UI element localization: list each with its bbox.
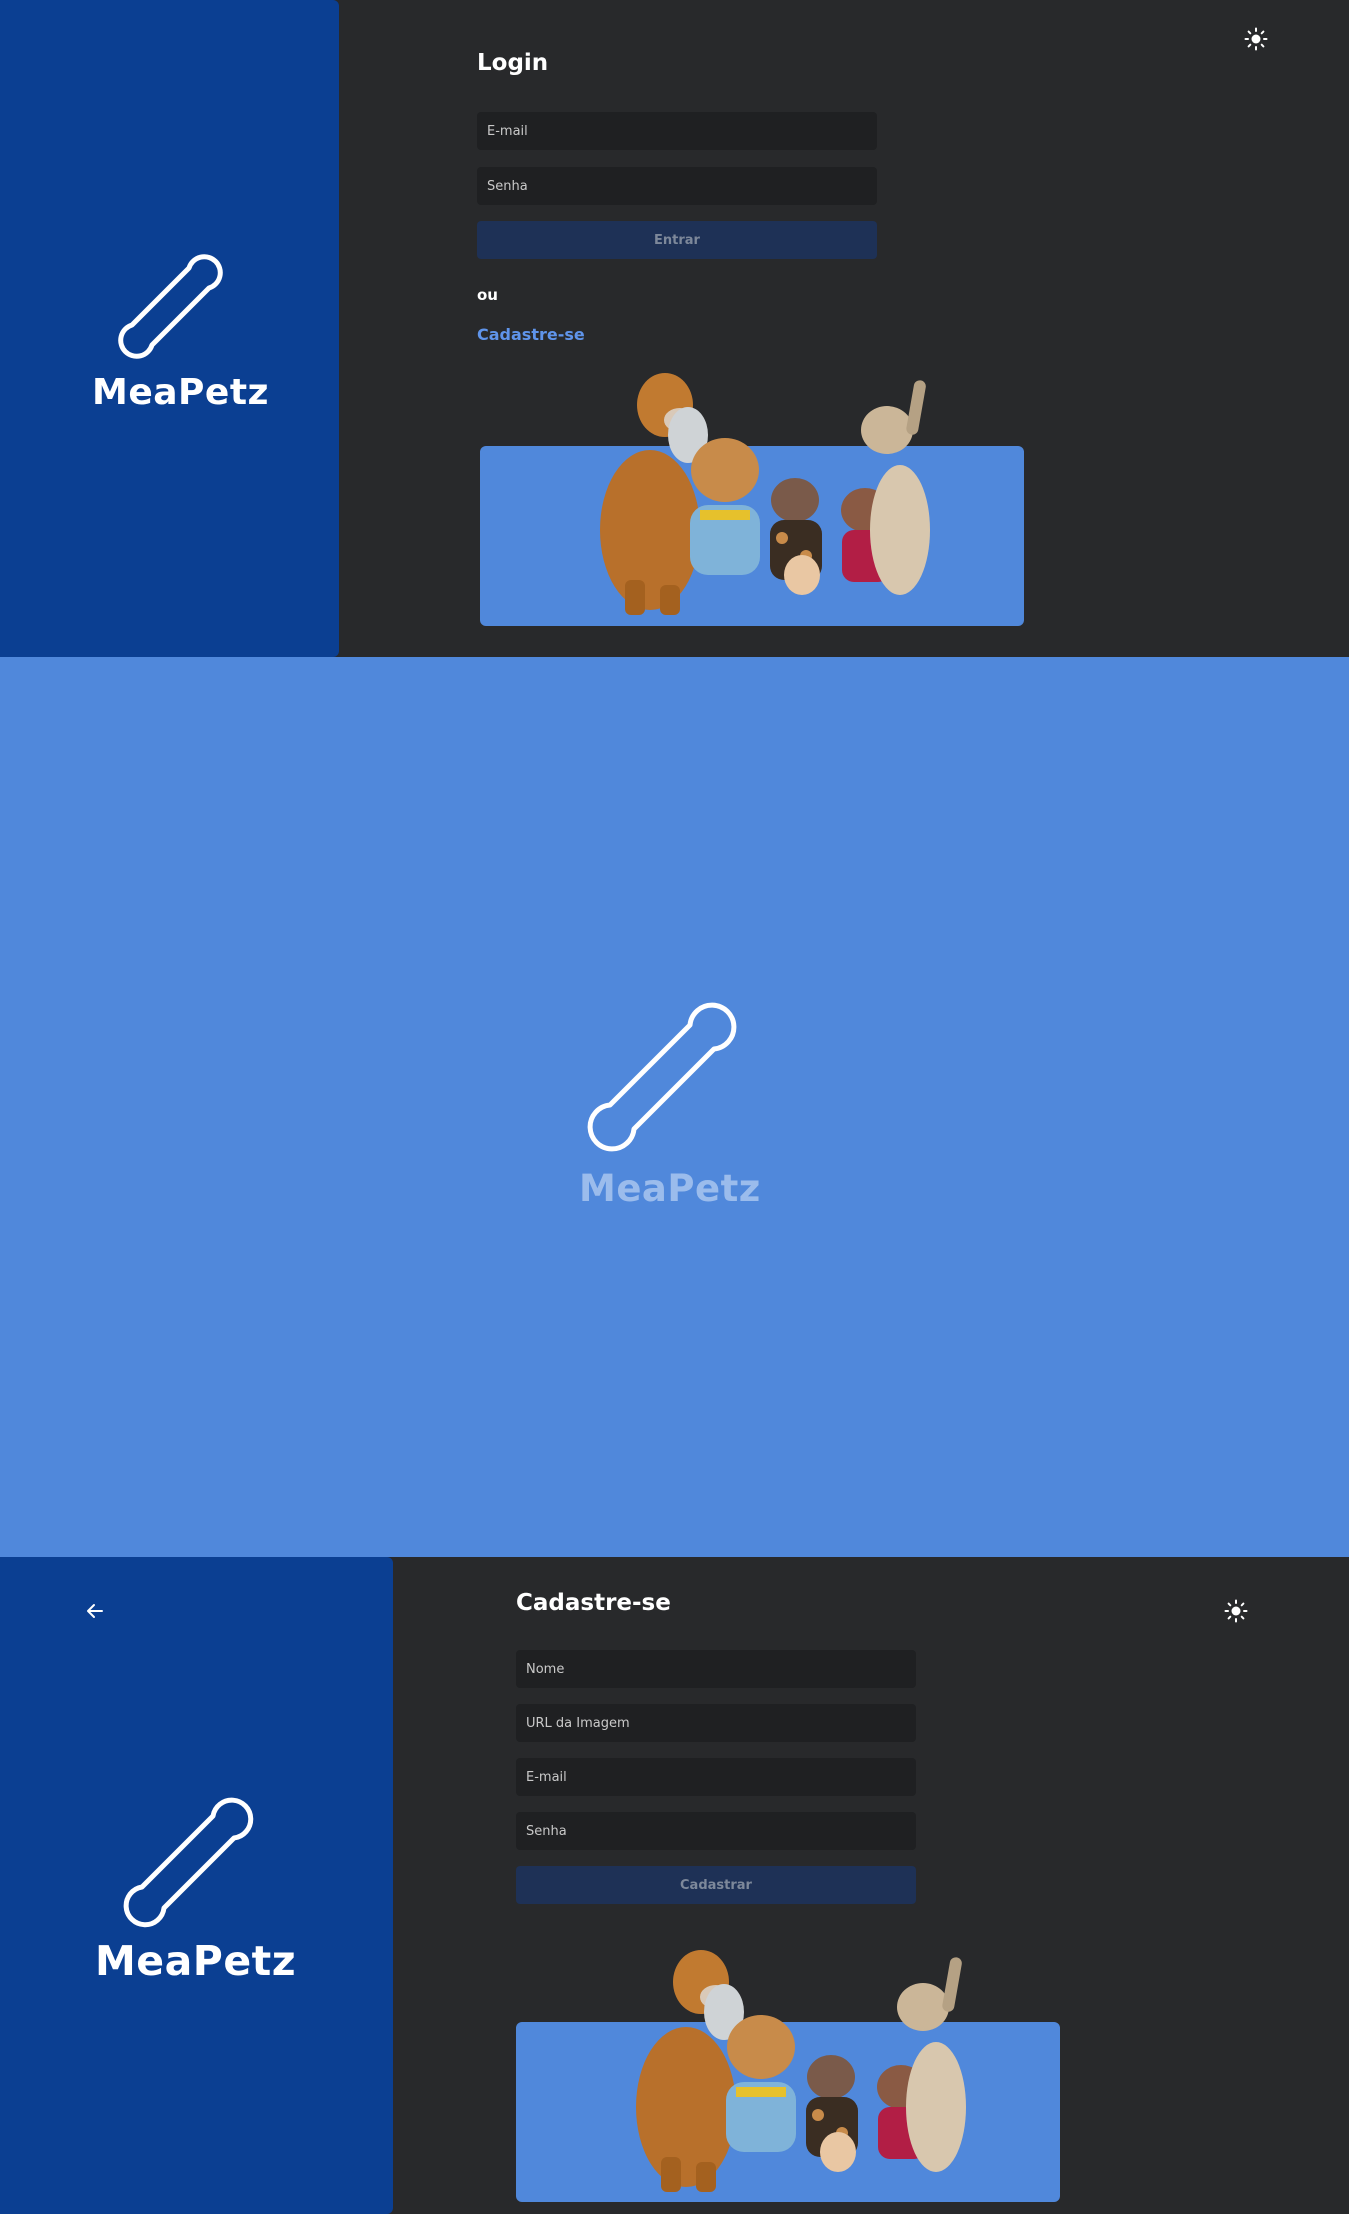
login-button[interactable]: Entrar: [477, 221, 877, 259]
arrow-left-icon: [87, 1604, 103, 1618]
sun-icon: [1244, 27, 1268, 51]
bone-logo-icon: [118, 254, 223, 359]
brand-name: MeaPetz: [92, 372, 269, 413]
password-field[interactable]: Senha: [477, 167, 877, 205]
brand-panel: MeaPetz: [0, 1557, 393, 2214]
brand-panel: MeaPetz: [0, 0, 339, 657]
bone-logo-icon: [587, 1002, 737, 1152]
password-field[interactable]: Senha: [516, 1812, 916, 1850]
email-field[interactable]: E-mail: [477, 112, 877, 150]
sun-icon: [1224, 1599, 1248, 1623]
back-button[interactable]: [81, 1597, 109, 1625]
or-separator: ou: [477, 286, 498, 304]
signup-link[interactable]: Cadastre-se: [477, 325, 585, 344]
email-field[interactable]: E-mail: [516, 1758, 916, 1796]
bone-logo-icon: [123, 1797, 254, 1928]
pets-illustration: [636, 1950, 966, 2192]
login-title: Login: [477, 50, 549, 76]
signup-button[interactable]: Cadastrar: [516, 1866, 916, 1904]
splash-brand-name: MeaPetz: [579, 1167, 761, 1210]
theme-toggle-button[interactable]: [1222, 1597, 1250, 1625]
signup-title: Cadastre-se: [516, 1590, 671, 1616]
name-field[interactable]: Nome: [516, 1650, 916, 1688]
image-url-field[interactable]: URL da Imagem: [516, 1704, 916, 1742]
pets-illustration: [600, 373, 930, 615]
theme-toggle-button[interactable]: [1242, 25, 1270, 53]
signup-screen: MeaPetz Cadastre-se Nome URL da Imagem E…: [0, 1557, 1349, 2214]
login-screen: MeaPetz Login E-mail Senha Entrar ou Cad…: [0, 0, 1349, 657]
splash-screen: MeaPetz: [0, 657, 1349, 1557]
brand-name: MeaPetz: [95, 1937, 297, 1985]
